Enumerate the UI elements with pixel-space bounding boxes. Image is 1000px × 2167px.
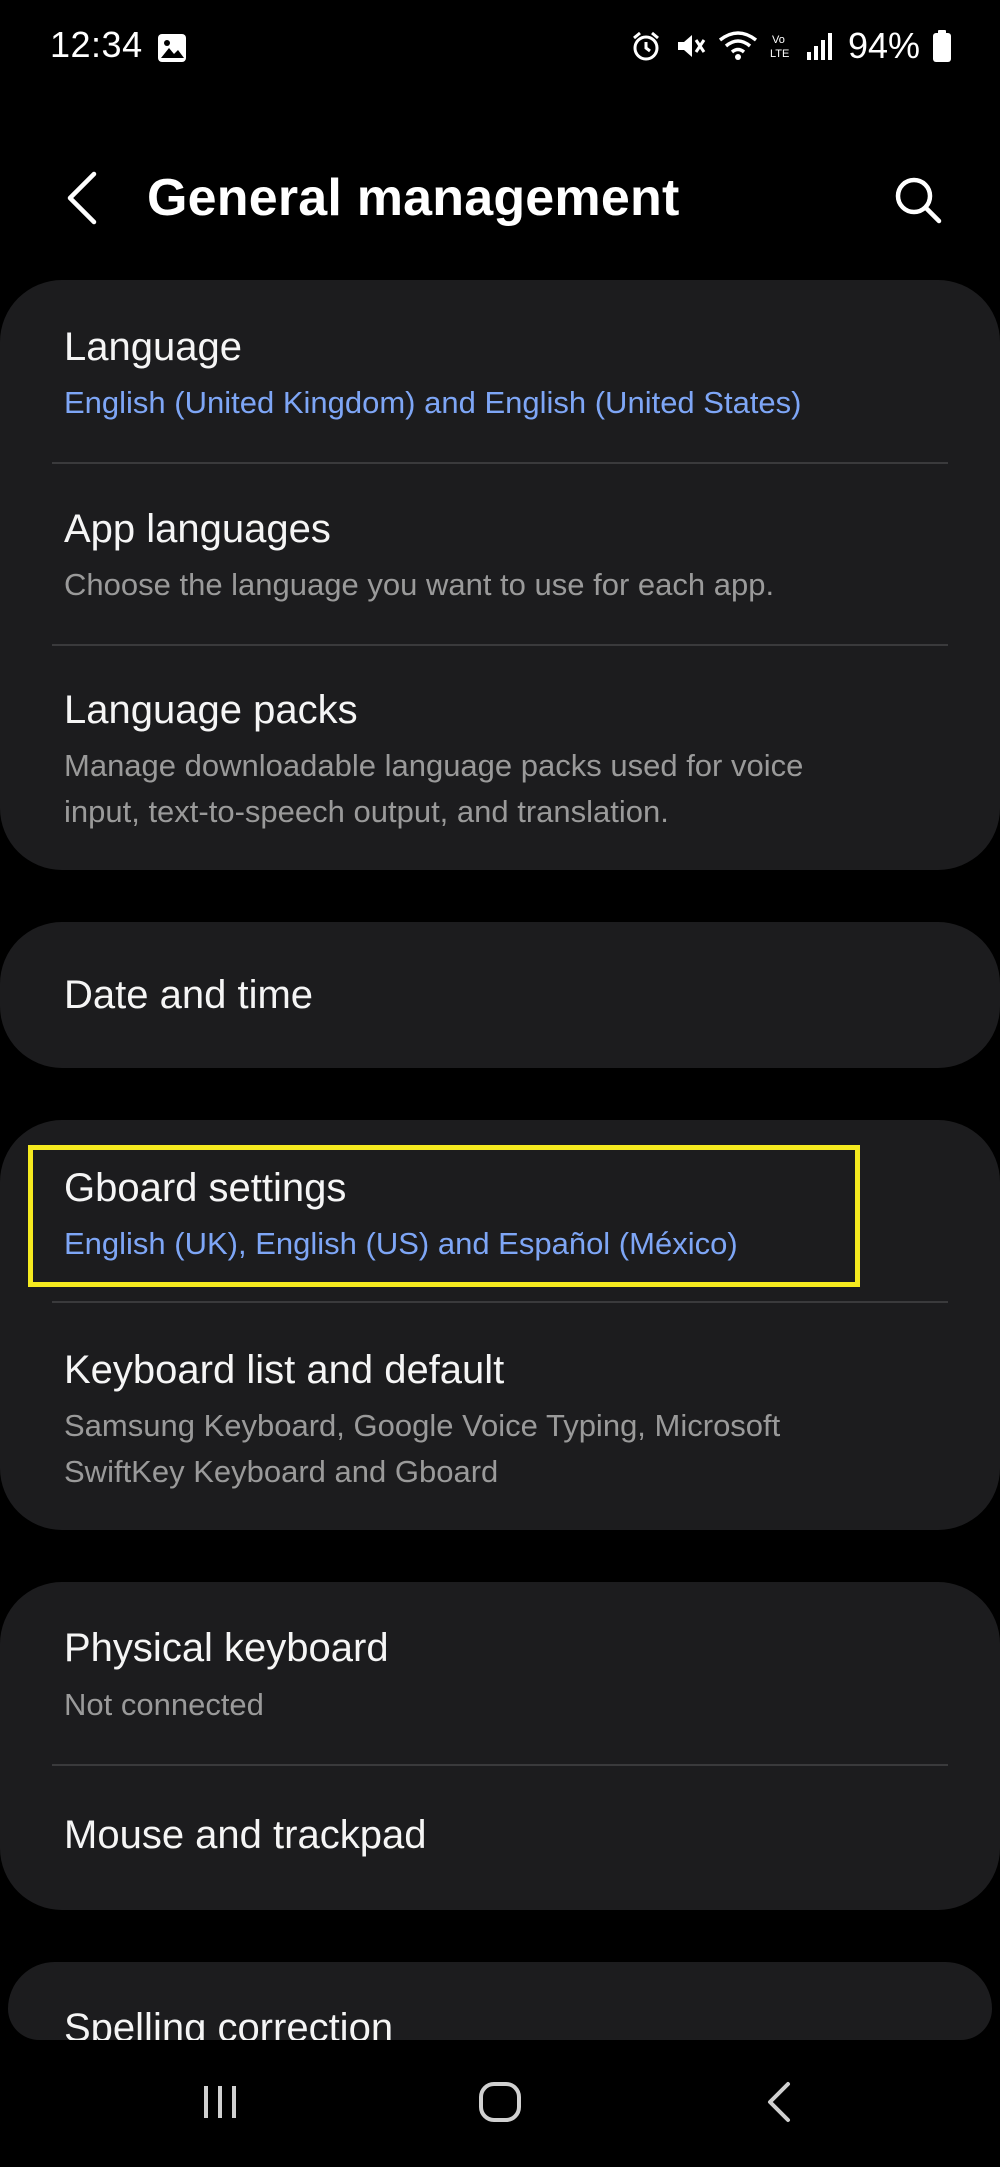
status-icons: Vo LTE 94% bbox=[630, 24, 952, 68]
volte-icon: Vo LTE bbox=[770, 34, 789, 60]
list-item-title: Spelling correction bbox=[64, 2006, 394, 2040]
home-button[interactable] bbox=[450, 2066, 550, 2138]
list-item-subtitle-line2: input, text-to-speech output, and transl… bbox=[64, 794, 669, 829]
list-item-title: Physical keyboard bbox=[64, 1626, 389, 1670]
list-item-title: Language packs bbox=[64, 688, 358, 732]
svg-text:Vo: Vo bbox=[772, 34, 785, 46]
alarm-icon bbox=[632, 31, 659, 61]
list-item-mouse-and-trackpad[interactable]: Mouse and trackpad bbox=[0, 1766, 1000, 1910]
status-time: 12:34 bbox=[50, 24, 143, 65]
keyboard-card: Gboard settings English (UK), English (U… bbox=[0, 1120, 1000, 1530]
list-item-title: App languages bbox=[64, 507, 331, 551]
list-item-gboard-settings[interactable]: Gboard settings English (UK), English (U… bbox=[0, 1120, 1000, 1301]
svg-text:LTE: LTE bbox=[770, 48, 789, 60]
language-card: Language English (United Kingdom) and En… bbox=[0, 280, 1000, 870]
back-button[interactable] bbox=[52, 168, 112, 228]
list-item-subtitle-line2: SwiftKey Keyboard and Gboard bbox=[64, 1454, 499, 1489]
status-bar: 12:34 Vo LTE 94% bbox=[0, 0, 1000, 96]
list-item-title: Mouse and trackpad bbox=[64, 1813, 427, 1857]
recents-button[interactable] bbox=[170, 2066, 270, 2138]
list-item-title: Language bbox=[64, 325, 242, 369]
back-icon bbox=[768, 2082, 790, 2122]
list-item-title: Keyboard list and default bbox=[64, 1348, 505, 1392]
list-item-subtitle: English (UK), English (US) and Español (… bbox=[64, 1226, 738, 1261]
page-title: General management bbox=[147, 169, 680, 227]
list-item-physical-keyboard[interactable]: Physical keyboard Not connected bbox=[0, 1582, 1000, 1764]
list-item-language-packs[interactable]: Language packs Manage downloadable langu… bbox=[0, 646, 1000, 870]
input-devices-card: Physical keyboard Not connected Mouse an… bbox=[0, 1582, 1000, 1910]
mute-icon bbox=[677, 35, 706, 57]
list-item-language[interactable]: Language English (United Kingdom) and En… bbox=[0, 280, 1000, 462]
gallery-icon bbox=[158, 34, 186, 62]
signal-icon bbox=[806, 33, 832, 60]
battery-percent: 94% bbox=[847, 25, 920, 66]
search-icon bbox=[895, 177, 942, 224]
list-item-subtitle-line1: Manage downloadable language packs used … bbox=[64, 748, 804, 783]
chevron-left-icon bbox=[67, 171, 97, 225]
date-time-card: Date and time bbox=[0, 922, 1000, 1068]
list-item-spelling-correction[interactable]: Spelling correction bbox=[8, 1962, 992, 2040]
list-item-title: Date and time bbox=[64, 973, 314, 1017]
list-item-app-languages[interactable]: App languages Choose the language you wa… bbox=[0, 464, 1000, 644]
list-item-subtitle: Choose the language you want to use for … bbox=[64, 567, 775, 602]
home-icon bbox=[479, 2082, 521, 2122]
wifi-icon bbox=[718, 31, 758, 60]
search-button[interactable] bbox=[886, 168, 950, 232]
list-item-subtitle: Not connected bbox=[64, 1687, 264, 1722]
list-item-subtitle: English (United Kingdom) and English (Un… bbox=[64, 385, 802, 420]
list-item-title: Gboard settings bbox=[64, 1166, 347, 1210]
list-item-subtitle-line1: Samsung Keyboard, Google Voice Typing, M… bbox=[64, 1408, 781, 1443]
list-item-date-and-time[interactable]: Date and time bbox=[0, 922, 1000, 1068]
battery-icon bbox=[933, 30, 951, 62]
navigation-bar bbox=[0, 2040, 1000, 2167]
settings-screen: 12:34 Vo LTE 94% General management Lang… bbox=[0, 0, 1000, 2167]
list-item-keyboard-list[interactable]: Keyboard list and default Samsung Keyboa… bbox=[0, 1303, 1000, 1530]
nav-back-button[interactable] bbox=[730, 2066, 830, 2138]
app-header: General management bbox=[0, 150, 1000, 250]
spelling-card: Spelling correction bbox=[8, 1962, 992, 2040]
recents-icon bbox=[204, 2086, 236, 2118]
